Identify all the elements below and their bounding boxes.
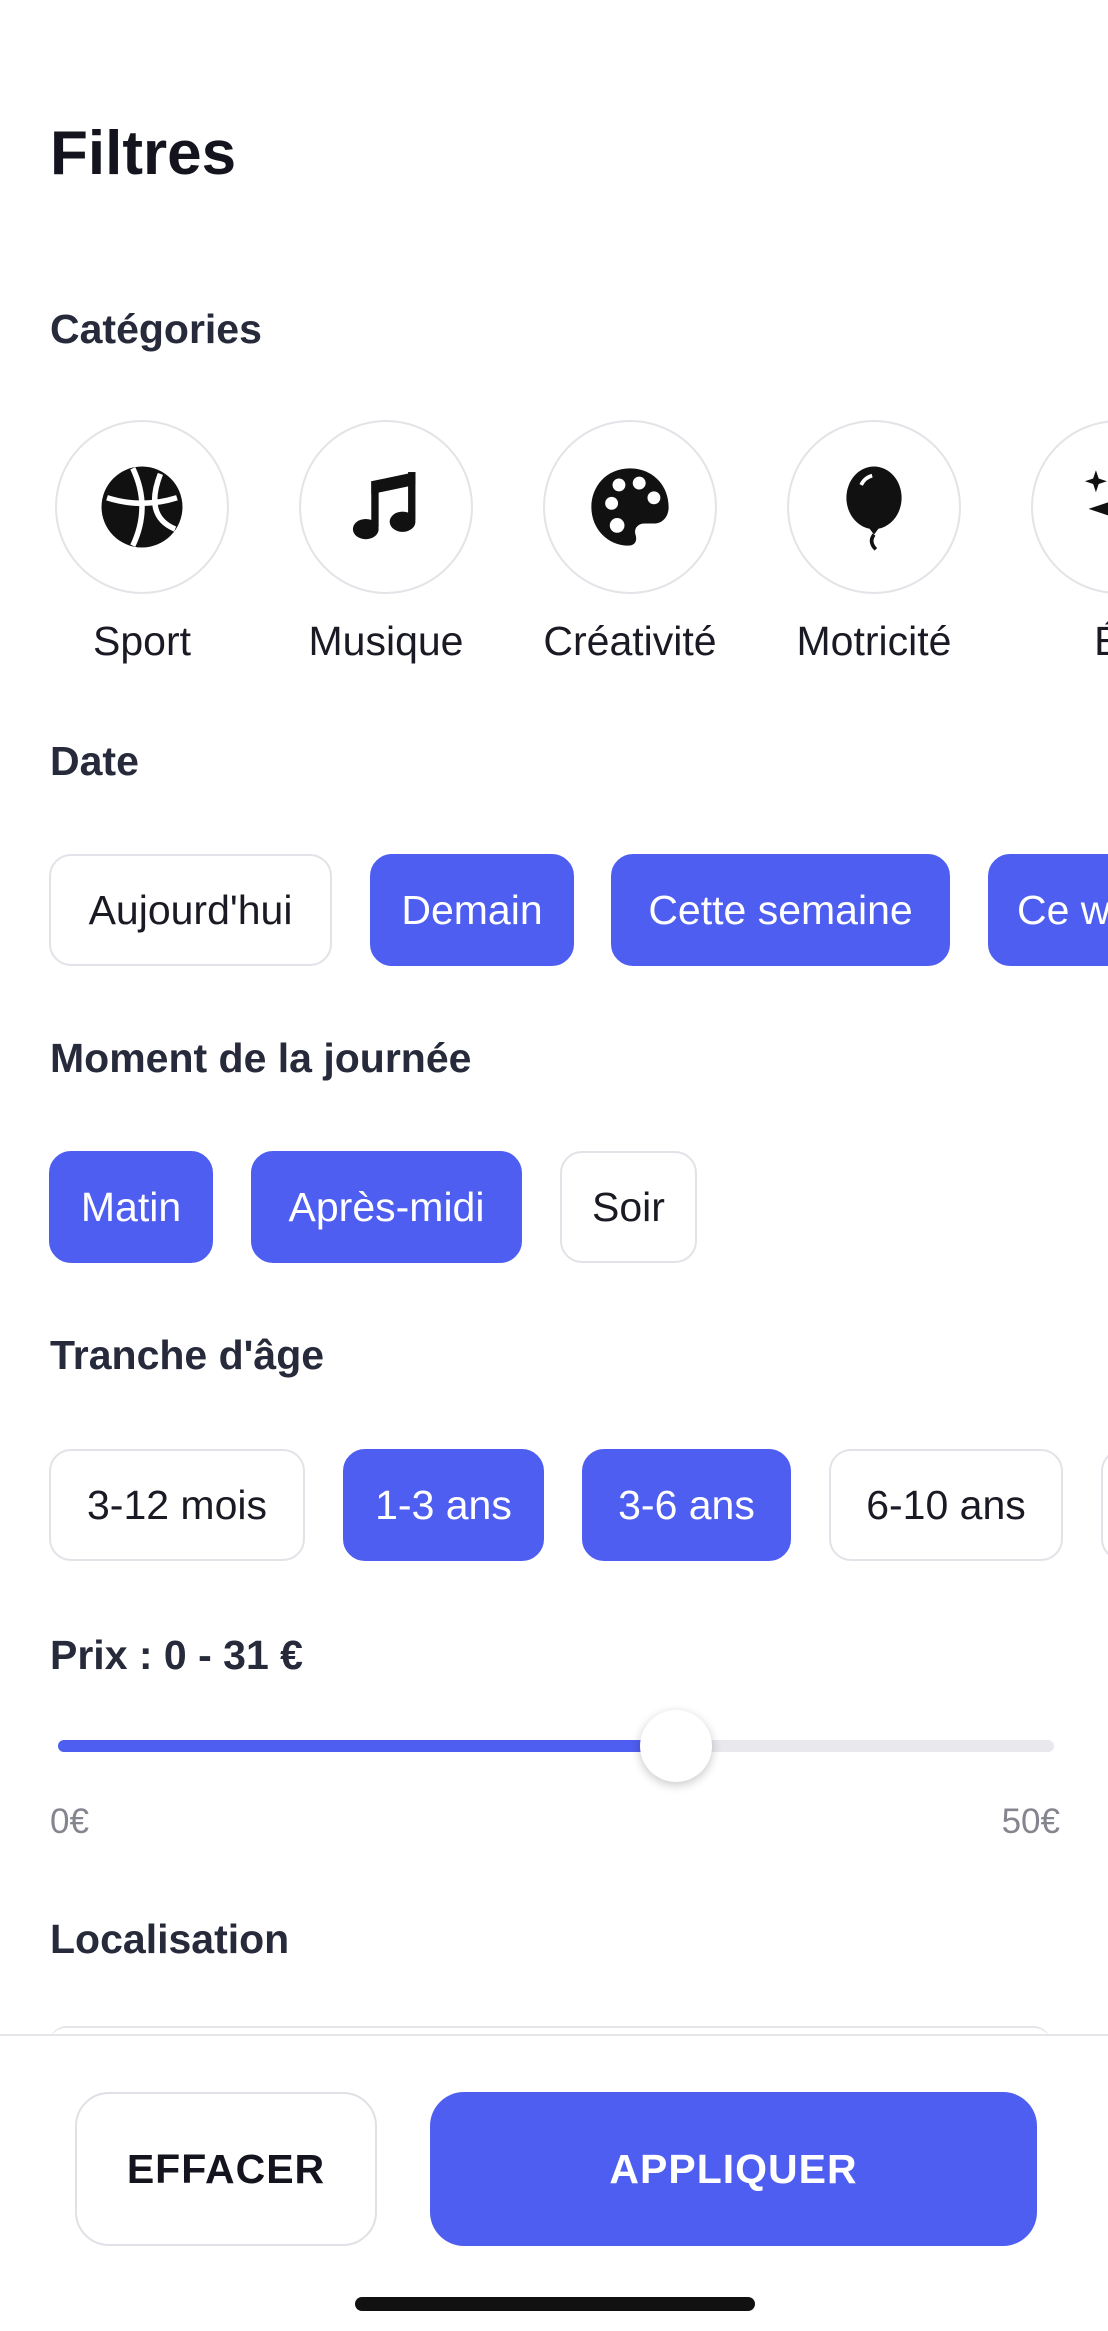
price-max-label: 50€ — [1001, 1802, 1060, 1841]
category-label: Motricité — [796, 618, 952, 664]
home-indicator — [355, 2297, 755, 2311]
price-slider-track[interactable] — [58, 1740, 1054, 1752]
category-label: Év — [1094, 618, 1108, 664]
date-label: Date — [50, 738, 139, 784]
chip-today[interactable]: Aujourd'hui — [49, 854, 332, 966]
chip-age-3-6[interactable]: 3-6 ans — [582, 1449, 791, 1561]
price-min-label: 0€ — [50, 1802, 89, 1841]
date-chips: Aujourd'hui Demain Cette semaine Ce w — [0, 854, 1108, 970]
chip-tomorrow[interactable]: Demain — [370, 854, 574, 966]
basketball-icon — [101, 466, 183, 548]
location-label: Localisation — [50, 1916, 290, 1962]
age-label: Tranche d'âge — [50, 1332, 325, 1378]
chip-age-6-10[interactable]: 6-10 ans — [829, 1449, 1063, 1561]
category-circle — [55, 420, 229, 594]
chip-this-week[interactable]: Cette semaine — [611, 854, 950, 966]
chip-age-3-12-months[interactable]: 3-12 mois — [49, 1449, 305, 1561]
category-circle — [543, 420, 717, 594]
category-circle — [787, 420, 961, 594]
chip-age-1-3[interactable]: 1-3 ans — [343, 1449, 544, 1561]
chip-afternoon[interactable]: Après-midi — [251, 1151, 522, 1263]
palette-icon — [591, 468, 669, 546]
page-title: Filtres — [50, 119, 237, 188]
category-list: Sport Musique Créativité Motricité É — [0, 420, 1108, 680]
clear-button[interactable]: EFFACER — [75, 2092, 377, 2246]
category-creativite[interactable]: Créativité — [530, 420, 730, 665]
category-circle — [299, 420, 473, 594]
chip-morning[interactable]: Matin — [49, 1151, 213, 1263]
category-label: Musique — [308, 618, 464, 664]
price-label: Prix : 0 - 31 € — [50, 1632, 303, 1678]
moment-chips: Matin Après-midi Soir — [0, 1151, 1108, 1267]
price-slider-fill — [58, 1740, 676, 1752]
price-slider-thumb[interactable] — [639, 1710, 712, 1782]
category-evenements[interactable]: Év — [1018, 420, 1108, 665]
category-label: Créativité — [543, 618, 717, 664]
balloon-icon — [846, 466, 902, 551]
apply-button[interactable]: APPLIQUER — [430, 2092, 1037, 2246]
chip-evening[interactable]: Soir — [560, 1151, 697, 1263]
category-motricite[interactable]: Motricité — [774, 420, 974, 665]
moment-label: Moment de la journée — [50, 1035, 472, 1081]
age-chips: 3-12 mois 1-3 ans 3-6 ans 6-10 ans — [0, 1449, 1108, 1565]
chip-weekend[interactable]: Ce w — [988, 854, 1108, 966]
category-musique[interactable]: Musique — [286, 420, 486, 665]
category-label: Sport — [93, 618, 191, 664]
category-circle — [1031, 420, 1108, 594]
sparkles-icon — [1084, 470, 1108, 516]
music-note-icon — [352, 472, 416, 540]
category-sport[interactable]: Sport — [42, 420, 242, 665]
categories-label: Catégories — [50, 306, 262, 352]
chip-age-next[interactable] — [1101, 1449, 1108, 1561]
